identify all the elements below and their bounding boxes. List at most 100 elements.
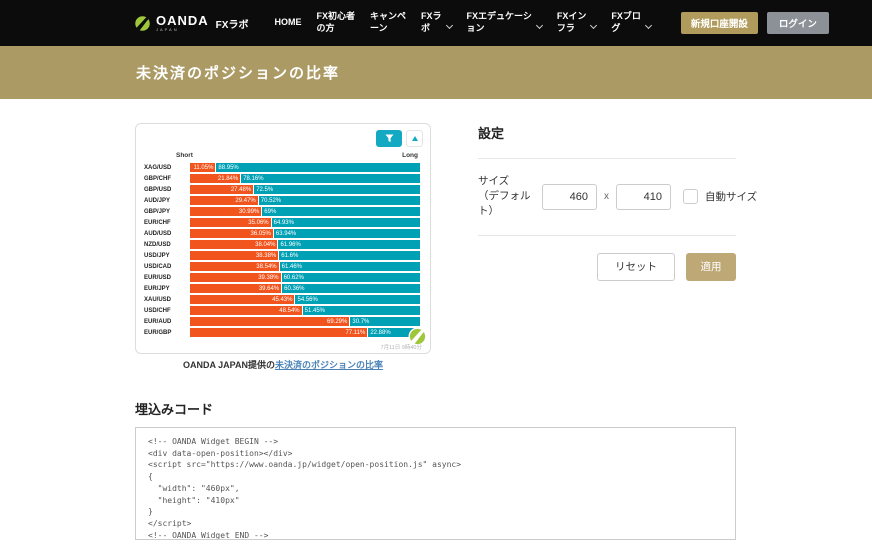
top-nav: OANDA JAPAN FXラボ HOME FX初心者 の方キャンペ ーン FXラ … [0, 0, 872, 46]
chart-row: GBP/CHF21.84%78.16% [144, 174, 420, 183]
page-title: 未決済のポジションの比率 [136, 62, 340, 83]
brand-name: OANDA [156, 14, 209, 27]
chart-row: EUR/JPY39.64%60.36% [144, 284, 420, 293]
long-bar: 78.16% [241, 174, 420, 183]
signup-button[interactable]: 新規口座開設 [681, 12, 758, 34]
short-bar: 38.38% [190, 251, 278, 260]
nav-item-label: FXラ ボ [421, 11, 442, 34]
chart-row: EUR/CHF35.06%64.93% [144, 218, 420, 227]
pair-label: NZD/USD [144, 242, 190, 248]
short-bar: 69.29% [190, 317, 349, 326]
settings-panel: 設定 サイズ （デフォルト） x 自動サイズ リセット 適用 [478, 123, 736, 281]
nav-item-2[interactable]: キャンペ ーン [370, 11, 406, 34]
page: OANDA JAPAN FXラボ HOME FX初心者 の方キャンペ ーン FXラ … [0, 0, 872, 556]
nav-item-4[interactable]: FXエデュケーシ ョン [467, 11, 542, 34]
chart-row: GBP/USD27.48%72.5% [144, 185, 420, 194]
pair-label: EUR/GBP [144, 330, 190, 336]
nav-menu: HOME FX初心者 の方キャンペ ーン FXラ ボ FXエデュケーシ ョン FXイン … [274, 11, 650, 34]
filter-button[interactable] [376, 130, 402, 147]
long-bar: 69% [262, 207, 420, 216]
nav-item-3[interactable]: FXラ ボ [421, 11, 452, 34]
pair-label: USD/CHF [144, 308, 190, 314]
long-bar: 64.93% [272, 218, 420, 227]
funnel-icon [385, 134, 394, 143]
pair-label: GBP/USD [144, 187, 190, 193]
short-bar: 39.38% [190, 273, 281, 282]
caption-text: OANDA JAPAN提供の [183, 360, 275, 370]
widget-caption: OANDA JAPAN提供の未決済のポジションの比率 [135, 358, 431, 371]
nav-item-0[interactable]: HOME [274, 17, 301, 29]
nav-item-5[interactable]: FXイン フラ [557, 11, 597, 34]
chart-row: EUR/USD39.38%60.62% [144, 273, 420, 282]
long-bar: 54.56% [295, 295, 420, 304]
chevron-down-icon [536, 21, 543, 28]
short-bar: 30.99% [190, 207, 261, 216]
reset-button[interactable]: リセット [597, 253, 675, 281]
oanda-logo[interactable]: OANDA JAPAN FXラボ [134, 14, 248, 32]
short-bar: 35.06% [190, 218, 271, 227]
login-button[interactable]: ログイン [767, 12, 829, 34]
pair-label: EUR/JPY [144, 286, 190, 292]
pair-label: AUD/USD [144, 231, 190, 237]
chart-rows: XAG/USD11.05%88.95%GBP/CHF21.84%78.16%GB… [144, 163, 420, 337]
long-bar: 30.7% [350, 317, 420, 326]
auto-size-checkbox[interactable] [683, 189, 698, 204]
chart-row: XAU/USD45.43%54.56% [144, 295, 420, 304]
sort-button[interactable] [406, 130, 423, 147]
pair-label: EUR/USD [144, 275, 190, 281]
chart-row: EUR/AUD69.29%30.7% [144, 317, 420, 326]
apply-button[interactable]: 適用 [686, 253, 736, 281]
long-bar: 88.95% [216, 163, 420, 172]
long-header: Long [402, 152, 418, 159]
chart-row: GBP/JPY30.99%69% [144, 207, 420, 216]
oanda-logo-icon [134, 15, 151, 32]
nav-item-6[interactable]: FXブロ グ [611, 11, 651, 34]
pair-label: USD/JPY [144, 253, 190, 259]
nav-item-label: FXブロ グ [611, 11, 641, 34]
short-bar: 36.05% [190, 229, 273, 238]
sort-triangle-icon [412, 136, 418, 141]
long-bar: 60.36% [282, 284, 420, 293]
chart-row: AUD/JPY29.47%70.52% [144, 196, 420, 205]
short-bar: 21.84% [190, 174, 240, 183]
chevron-down-icon [590, 21, 597, 28]
pair-label: XAG/USD [144, 165, 190, 171]
brand-sub: JAPAN [156, 28, 209, 32]
short-bar: 27.48% [190, 185, 253, 194]
short-bar: 38.04% [190, 240, 277, 249]
long-bar: 72.5% [254, 185, 420, 194]
long-bar: 61.46% [280, 262, 420, 271]
embed-code[interactable]: <!-- OANDA Widget BEGIN --> <div data-op… [135, 427, 736, 540]
brand-suffix: FXラボ [216, 16, 249, 31]
caption-link[interactable]: 未決済のポジションの比率 [275, 360, 383, 370]
pair-label: GBP/CHF [144, 176, 190, 182]
nav-item-label: キャンペ ーン [370, 11, 406, 34]
pair-label: GBP/JPY [144, 209, 190, 215]
chart-row: XAG/USD11.05%88.95% [144, 163, 420, 172]
nav-item-1[interactable]: FX初心者 の方 [316, 11, 355, 34]
width-input[interactable] [542, 184, 597, 210]
short-bar: 29.47% [190, 196, 258, 205]
chart-row: USD/CAD38.54%61.46% [144, 262, 420, 271]
short-bar: 38.54% [190, 262, 279, 271]
pair-label: EUR/AUD [144, 319, 190, 325]
chart-row: AUD/USD36.05%63.94% [144, 229, 420, 238]
height-input[interactable] [616, 184, 671, 210]
short-bar: 77.11% [190, 328, 367, 337]
short-bar: 45.43% [190, 295, 294, 304]
settings-title: 設定 [478, 123, 736, 142]
timestamp: 7月11日 9時40分 [381, 343, 422, 351]
times-symbol: x [604, 191, 609, 202]
chart-row: NZD/USD38.04%61.96% [144, 240, 420, 249]
embed-title: 埋込みコード [135, 399, 213, 418]
chart-row: USD/CHF48.54%51.45% [144, 306, 420, 315]
auto-size-label: 自動サイズ [705, 189, 757, 204]
long-bar: 63.94% [274, 229, 420, 238]
nav-item-label: FXエデュケーシ ョン [467, 11, 532, 34]
short-bar: 48.54% [190, 306, 302, 315]
chart-row: USD/JPY38.38%61.6% [144, 251, 420, 260]
chart-row: EUR/GBP77.11%22.88% [144, 328, 420, 337]
pair-label: EUR/CHF [144, 220, 190, 226]
long-bar: 70.52% [259, 196, 420, 205]
pair-label: XAU/USD [144, 297, 190, 303]
